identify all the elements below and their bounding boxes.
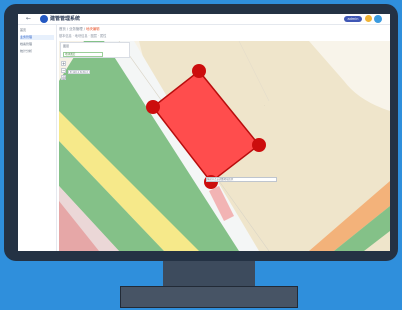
top-bar: ← 建管管理系统 admin: [18, 14, 390, 25]
locate-icon[interactable]: ◎: [61, 75, 66, 80]
monitor-stand-neck: [163, 261, 255, 286]
breadcrumb-current: 地块编辑: [85, 27, 100, 31]
zoom-out-button[interactable]: −: [61, 68, 66, 73]
zoom-in-button[interactable]: +: [61, 61, 66, 66]
sidebar-item-archive[interactable]: 档案管理: [20, 42, 54, 47]
vertex-handle[interactable]: [192, 64, 206, 78]
avatar[interactable]: [374, 15, 382, 23]
vertex-handle[interactable]: [252, 138, 266, 152]
sidebar-item-business[interactable]: 业务管理: [20, 35, 54, 40]
breadcrumb-item[interactable]: 首页: [59, 27, 66, 31]
monitor-stand-base: [120, 286, 298, 308]
tab-bar[interactable]: 基本信息 · 地块信息 · 图层 · 属性: [59, 33, 239, 39]
monitor-frame: ← 建管管理系统 admin 首页 业务管理 档案管理 统计分析 首页 / 业务…: [4, 4, 398, 261]
back-icon[interactable]: ←: [26, 15, 31, 23]
breadcrumb: 首页 / 业务管理 / 地块编辑: [59, 27, 100, 31]
sidebar-item-stats[interactable]: 统计分析: [20, 49, 54, 54]
sidebar: 首页 业务管理 档案管理 统计分析: [18, 25, 57, 251]
edit-tooltip: 拖动节点以调整地块形状: [206, 177, 277, 182]
layer-select[interactable]: 地块图层: [63, 52, 103, 57]
app-logo: [40, 15, 48, 23]
layer-panel-title: 图层: [63, 44, 70, 48]
coordinate-readout: E:120.1 N:30.2: [68, 70, 90, 74]
vertex-handle[interactable]: [146, 100, 160, 114]
notification-icon[interactable]: [365, 15, 372, 22]
layer-panel: 图层 地块图层: [60, 42, 130, 58]
user-chip[interactable]: admin: [344, 16, 362, 22]
map-layer: ·: [59, 41, 390, 251]
app-title: 建管管理系统: [50, 16, 81, 22]
screen: ← 建管管理系统 admin 首页 业务管理 档案管理 统计分析 首页 / 业务…: [18, 14, 390, 251]
breadcrumb-item[interactable]: 业务管理: [69, 27, 83, 31]
map-label: ·: [264, 103, 265, 107]
sidebar-item-home[interactable]: 首页: [20, 28, 54, 33]
map-canvas[interactable]: · 图层 地块图层 + − ◎ E:120.1 N:30.2 拖动节点以调整地块…: [59, 41, 390, 251]
